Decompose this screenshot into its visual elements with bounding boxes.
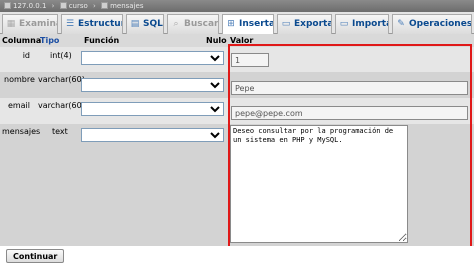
breadcrumb-separator: › xyxy=(51,2,55,10)
breadcrumb: 127.0.0.1 › curso › mensajes xyxy=(0,0,474,12)
mensajes-value-textarea[interactable]: Deseo consultar por la programación de u… xyxy=(230,125,408,243)
function-select[interactable] xyxy=(81,78,224,92)
tab-bar: ▦Examinar ☰Estructura ▤SQL ⌕Buscar ⊞Inse… xyxy=(0,12,474,35)
table-icon: ▦ xyxy=(6,19,16,29)
table-icon xyxy=(101,2,109,9)
tab-sql[interactable]: ▤ SQL xyxy=(126,14,164,34)
header-nulo: Nulo xyxy=(206,36,227,45)
email-value-field[interactable] xyxy=(231,106,468,120)
continue-button[interactable]: Continuar xyxy=(6,249,65,263)
breadcrumb-table[interactable]: mensajes xyxy=(110,2,143,10)
header-tipo[interactable]: Tipo xyxy=(40,34,59,47)
header-valor: Valor xyxy=(230,36,254,45)
tab-importar[interactable]: ▭Importar xyxy=(335,14,389,34)
breadcrumb-separator: › xyxy=(93,2,96,10)
export-icon: ▭ xyxy=(281,19,291,29)
tab-insertar[interactable]: ⊞Insertar xyxy=(222,14,274,35)
header-funcion: Función xyxy=(84,36,120,45)
structure-icon: ☰ xyxy=(65,19,75,29)
search-icon: ⌕ xyxy=(173,19,179,29)
form-footer: Continuar xyxy=(0,246,474,266)
function-select[interactable] xyxy=(81,102,224,116)
tab-examinar: ▦Examinar xyxy=(2,14,58,34)
function-select[interactable] xyxy=(81,51,224,65)
sql-icon: ▤ xyxy=(130,19,140,29)
tab-exportar[interactable]: ▭Exportar xyxy=(277,14,332,34)
column-type: varchar(60) xyxy=(38,101,85,110)
server-icon xyxy=(4,2,11,9)
wrench-icon: ✎ xyxy=(397,19,405,29)
breadcrumb-server[interactable]: 127.0.0.1 xyxy=(13,2,46,10)
insert-icon: ⊞ xyxy=(227,19,235,29)
import-icon: ▭ xyxy=(339,19,349,29)
column-name: mensajes xyxy=(2,127,41,136)
tab-buscar: ⌕ Buscar xyxy=(167,14,219,34)
nombre-value-field[interactable] xyxy=(231,81,468,95)
column-name: id xyxy=(22,51,30,60)
id-value-field[interactable] xyxy=(231,53,269,67)
column-type: varchar(60) xyxy=(38,75,85,84)
column-name: email xyxy=(7,101,30,110)
database-icon xyxy=(59,2,67,9)
header-columna: Columna xyxy=(2,36,42,45)
column-name: nombre xyxy=(4,75,35,84)
tab-operaciones[interactable]: ✎ Operaciones xyxy=(392,14,472,34)
tab-estructura[interactable]: ☰Estructura xyxy=(61,14,123,34)
breadcrumb-database[interactable]: curso xyxy=(69,2,88,10)
function-select[interactable] xyxy=(81,128,224,142)
column-header-row: Columna Tipo Función Nulo Valor xyxy=(0,34,474,47)
